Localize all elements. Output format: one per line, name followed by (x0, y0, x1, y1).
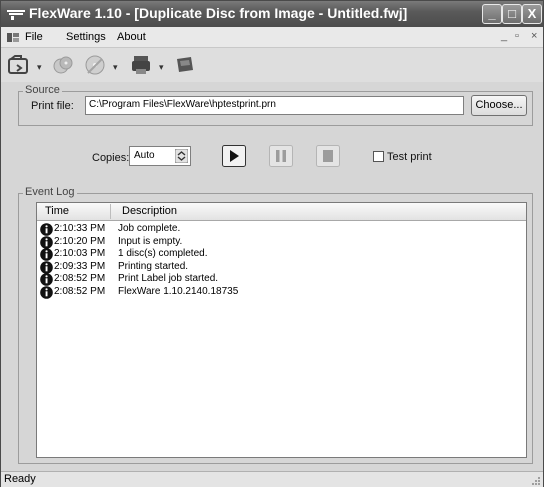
row-time: 2:08:52 PM (54, 285, 106, 297)
mdi-minimize-button[interactable]: _ (501, 30, 507, 42)
save-icon[interactable] (173, 53, 197, 77)
pause-button[interactable] (269, 145, 293, 167)
status-bar: Ready (1, 471, 543, 487)
table-row[interactable]: 2:08:52 PM FlexWare 1.10.2140.18735 (37, 286, 526, 300)
menu-about[interactable]: About (117, 31, 146, 43)
document-icon (7, 33, 19, 42)
print-file-input[interactable]: C:\Program Files\FlexWare\hptestprint.pr… (85, 96, 464, 115)
row-description: FlexWare 1.10.2140.18735 (118, 285, 239, 297)
chevron-down-icon[interactable]: ▾ (37, 62, 42, 73)
mdi-close-button[interactable]: × (531, 30, 537, 42)
row-description: Job complete. (118, 223, 181, 234)
info-icon (40, 285, 53, 299)
close-button[interactable]: X (522, 4, 542, 24)
window-title: FlexWare 1.10 - [Duplicate Disc from Ima… (29, 5, 408, 21)
status-text: Ready (4, 473, 36, 485)
info-icon (40, 260, 53, 274)
app-icon (7, 10, 25, 20)
info-icon (40, 235, 53, 249)
copies-stepper[interactable]: Auto (129, 146, 191, 166)
event-log-group-label: Event Log (23, 186, 77, 198)
row-time: 2:10:20 PM (54, 235, 106, 247)
print-file-label: Print file: (31, 100, 74, 112)
printer-icon[interactable] (129, 53, 153, 77)
row-description: Print Label job started. (118, 273, 219, 284)
row-time: 2:10:33 PM (54, 223, 106, 234)
menu-settings[interactable]: Settings (66, 31, 106, 43)
row-time: 2:10:03 PM (54, 248, 106, 259)
maximize-button[interactable]: □ (502, 4, 522, 24)
info-icon (40, 248, 53, 261)
disc-copy-icon[interactable] (51, 53, 75, 77)
copies-label: Copies: (92, 152, 130, 164)
event-log-list[interactable]: Time Description 2:10:33 PM Job complete.… (36, 202, 527, 458)
choose-button[interactable]: Choose... (471, 95, 527, 116)
copies-value: Auto (134, 150, 155, 161)
row-description: 1 disc(s) completed. (118, 248, 208, 259)
info-icon (40, 273, 53, 286)
open-folder-icon[interactable] (7, 53, 31, 77)
title-bar[interactable]: FlexWare 1.10 - [Duplicate Disc from Ima… (1, 1, 543, 27)
toolbar: ▾ ▾ ▾ (1, 48, 543, 82)
resize-grip-icon[interactable] (531, 476, 541, 486)
menu-file[interactable]: File (25, 31, 43, 43)
play-button[interactable] (222, 145, 246, 167)
mdi-restore-button[interactable]: ▫ (515, 30, 519, 42)
chevron-down-icon[interactable]: ▾ (113, 62, 118, 73)
row-time: 2:08:52 PM (54, 273, 106, 284)
stop-button[interactable] (316, 145, 340, 167)
column-time[interactable]: Time (45, 205, 69, 217)
minimize-button[interactable]: _ (482, 4, 502, 24)
row-description: Printing started. (118, 260, 189, 272)
burn-disc-icon[interactable] (83, 53, 107, 77)
test-print-checkbox[interactable] (373, 151, 384, 162)
source-group-label: Source (23, 84, 62, 96)
column-description[interactable]: Description (122, 205, 177, 217)
info-icon (40, 223, 53, 236)
row-description: Input is empty. (118, 235, 183, 247)
event-log-header: Time Description (37, 203, 526, 221)
test-print-label[interactable]: Test print (387, 151, 432, 163)
chevron-down-icon[interactable]: ▾ (159, 62, 164, 73)
menu-bar: File Settings About _ ▫ × (1, 27, 543, 48)
spinner-icon[interactable] (175, 149, 188, 163)
app-window: FlexWare 1.10 - [Duplicate Disc from Ima… (0, 0, 544, 487)
row-time: 2:09:33 PM (54, 260, 106, 272)
column-divider[interactable] (110, 204, 111, 219)
